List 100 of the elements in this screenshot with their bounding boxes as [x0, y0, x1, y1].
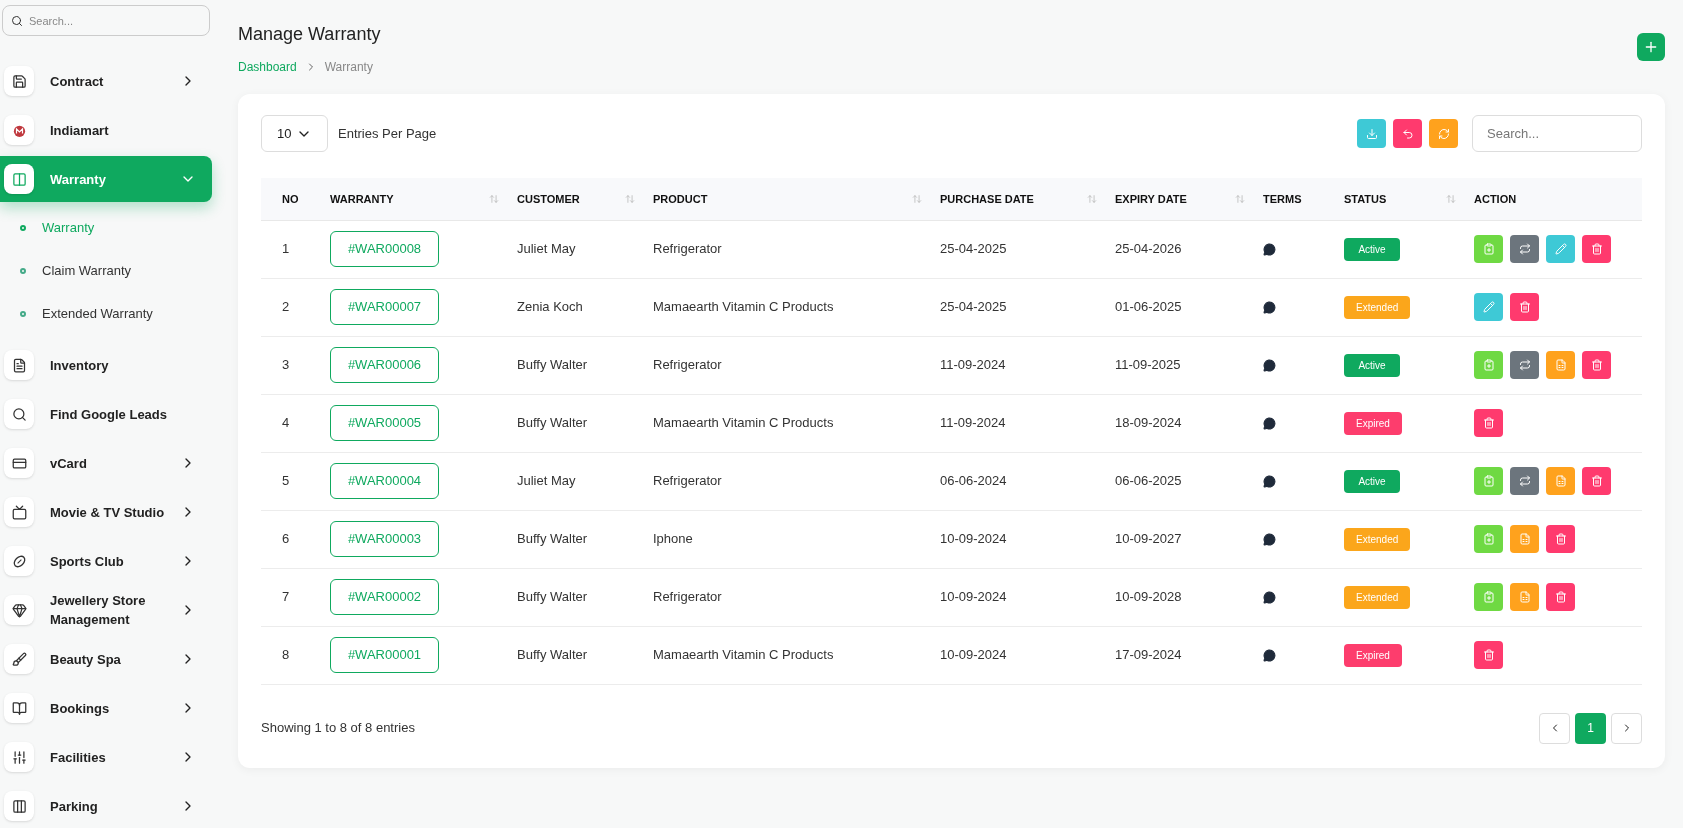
chat-bubble-icon[interactable] [1263, 416, 1276, 430]
delete-button[interactable] [1582, 467, 1611, 495]
add-button[interactable] [1637, 33, 1665, 61]
trash-icon [1590, 475, 1603, 487]
trash-icon [1482, 649, 1495, 661]
table-cell: 11-09-2024 [940, 415, 1006, 431]
trash-icon [1554, 591, 1567, 603]
sidebar-item[interactable]: Parking [0, 783, 212, 828]
table-cell: Buffy Walter [517, 531, 588, 547]
clipboard-icon [1482, 359, 1495, 371]
status-badge: Active [1344, 237, 1400, 261]
sidebar-item[interactable]: Jewellery Store Management [0, 587, 212, 633]
column-header: TERMS [1263, 191, 1302, 207]
page-size-select[interactable]: 10 [261, 115, 328, 152]
table-cell: 10-09-2024 [940, 647, 1007, 663]
table-cell: 17-09-2024 [1115, 647, 1182, 663]
delete-button[interactable] [1510, 293, 1539, 321]
table-cell: Refrigerator [653, 473, 722, 489]
sidebar-item[interactable]: Indiamart [0, 107, 212, 153]
column-header[interactable]: CUSTOMER [517, 190, 580, 207]
column-header[interactable]: PRODUCT [653, 190, 708, 207]
delete-button[interactable] [1474, 641, 1503, 669]
undo-icon [1401, 127, 1414, 140]
trash-icon [1554, 533, 1567, 545]
sidebar-item[interactable]: Contract [0, 58, 212, 104]
sidebar-item[interactable]: Facilities [0, 734, 212, 780]
sort-icon [625, 193, 635, 204]
trash-icon [1590, 359, 1603, 371]
edit-button[interactable] [1546, 235, 1575, 263]
table-cell: 10-09-2024 [940, 589, 1007, 605]
submenu-item[interactable]: Claim Warranty [0, 249, 212, 292]
table-cell: 18-09-2024 [1115, 415, 1182, 431]
table-cell: 01-06-2025 [1115, 299, 1182, 315]
delete-button[interactable] [1582, 235, 1611, 263]
table-cell: Refrigerator [653, 589, 722, 605]
chat-bubble-icon[interactable] [1263, 474, 1276, 488]
column-header[interactable]: WARRANTY [330, 190, 394, 207]
search-icon [11, 406, 27, 422]
table-cell: 25-04-2025 [940, 299, 1007, 315]
sidebar-item[interactable]: vCard [0, 440, 212, 486]
refresh-icon [1437, 127, 1450, 140]
table-cell: 8 [282, 647, 290, 663]
trash-icon [1590, 243, 1603, 255]
table-cell: Mamaearth Vitamin C Products [653, 299, 834, 315]
book-icon [11, 171, 27, 187]
table-cell: 11-09-2025 [1115, 357, 1181, 373]
ball-icon [11, 553, 27, 569]
book-icon [11, 700, 27, 716]
sidebar-item[interactable]: Find Google Leads [0, 391, 212, 437]
document-icon [1554, 359, 1567, 371]
sidebar-item[interactable]: Beauty Spa [0, 636, 212, 682]
sidebar-item[interactable]: Movie & TV Studio [0, 489, 212, 535]
table-cell: Mamaearth Vitamin C Products [653, 647, 834, 663]
chat-bubble-icon[interactable] [1263, 532, 1276, 546]
download-button[interactable] [1357, 119, 1386, 148]
table-cell: 3 [282, 357, 290, 373]
chat-bubble-icon[interactable] [1263, 590, 1276, 604]
table-cell: Refrigerator [653, 241, 722, 257]
delete-button[interactable] [1582, 351, 1611, 379]
table-cell: 10-09-2024 [940, 531, 1007, 547]
table-cell: Juliet May [517, 241, 576, 257]
plus-icon [1643, 39, 1659, 55]
column-header[interactable]: STATUS [1344, 190, 1387, 207]
undo-button[interactable] [1393, 119, 1422, 148]
delete-button[interactable] [1546, 525, 1575, 553]
table-cell: 2 [282, 299, 290, 315]
chat-bubble-icon[interactable] [1263, 648, 1276, 662]
transfer-button[interactable] [1510, 467, 1539, 495]
search-icon [11, 15, 23, 27]
arrows-icon [1518, 475, 1531, 487]
submenu-item[interactable]: Extended Warranty [0, 292, 212, 335]
download-icon [1365, 127, 1378, 140]
table-cell: 06-06-2024 [940, 473, 1007, 489]
tv-icon [11, 504, 27, 520]
chat-bubble-icon[interactable] [1263, 242, 1276, 256]
sort-icon [1446, 193, 1456, 204]
brush-icon [11, 651, 27, 667]
search-field[interactable]: Search... [2, 5, 210, 36]
delete-button[interactable] [1546, 583, 1575, 611]
sidebar-item[interactable]: Bookings [0, 685, 212, 731]
edit-button[interactable] [1474, 293, 1503, 321]
table-cell: Zenia Koch [517, 299, 583, 315]
sidebar-item[interactable]: Inventory [0, 342, 212, 388]
table-cell: 10-09-2028 [1115, 589, 1182, 605]
search-field[interactable]: Search... [1472, 115, 1642, 152]
chat-bubble-icon[interactable] [1263, 300, 1276, 314]
refresh-button[interactable] [1429, 119, 1458, 148]
sort-icon [489, 193, 499, 204]
transfer-button[interactable] [1510, 351, 1539, 379]
table-cell: 5 [282, 473, 290, 489]
column-header: NO [282, 191, 299, 207]
table-cell: 1 [282, 241, 290, 257]
chat-bubble-icon[interactable] [1263, 358, 1276, 372]
column-header[interactable]: PURCHASE DATE [940, 190, 1034, 207]
column-header[interactable]: EXPIRY DATE [1115, 190, 1187, 207]
sidebar-item[interactable]: Sports Club [0, 538, 212, 584]
delete-button[interactable] [1474, 409, 1503, 437]
table-cell: 25-04-2025 [940, 241, 1007, 257]
transfer-button[interactable] [1510, 235, 1539, 263]
table-cell: Buffy Walter [517, 647, 588, 663]
